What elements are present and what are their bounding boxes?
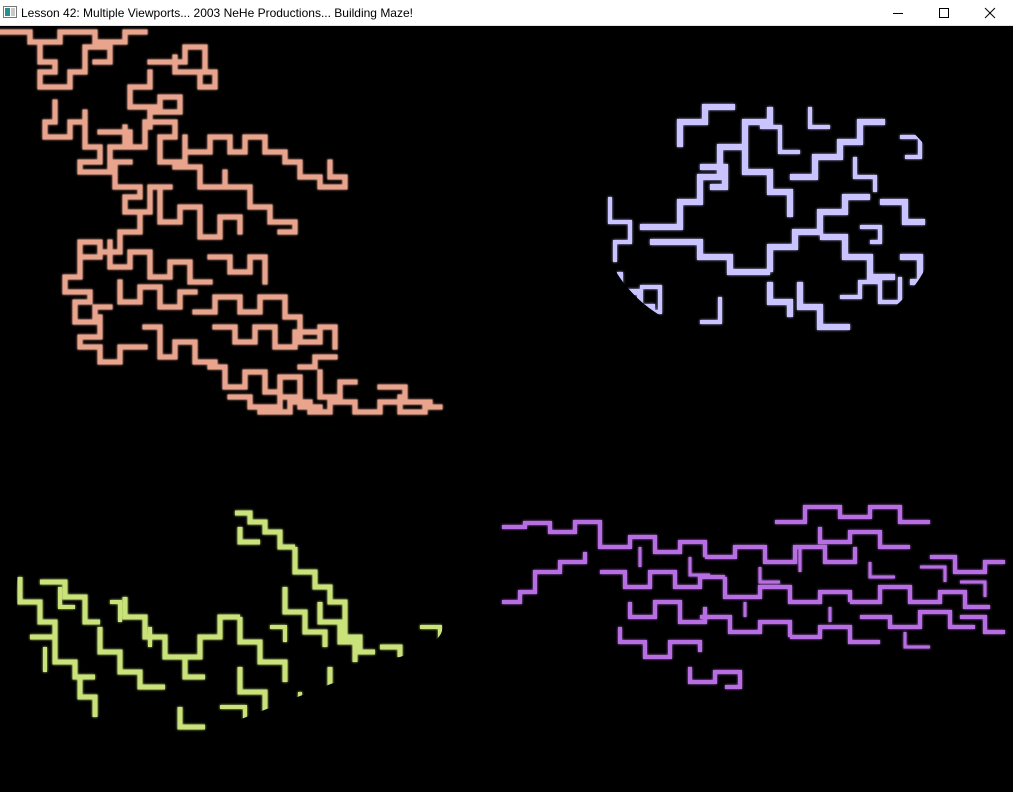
- minimize-icon: [893, 13, 903, 14]
- close-icon: [984, 7, 996, 19]
- opengl-render-area[interactable]: [0, 27, 1013, 792]
- maximize-button[interactable]: [921, 0, 967, 26]
- viewport-top-left-maze: [0, 29, 443, 415]
- window-title: Lesson 42: Multiple Viewports... 2003 Ne…: [21, 6, 413, 20]
- viewport-bottom-left-cylinder: [17, 510, 443, 730]
- close-button[interactable]: [967, 0, 1013, 26]
- maximize-icon: [939, 8, 949, 18]
- app-window-icon[interactable]: [3, 6, 17, 18]
- minimize-button[interactable]: [875, 0, 921, 26]
- viewports-canvas: [0, 29, 1005, 730]
- viewport-bottom-right-plane: [502, 505, 1005, 689]
- viewport-top-right-sphere: [608, 104, 925, 330]
- title-bar[interactable]: Lesson 42: Multiple Viewports... 2003 Ne…: [0, 0, 1013, 26]
